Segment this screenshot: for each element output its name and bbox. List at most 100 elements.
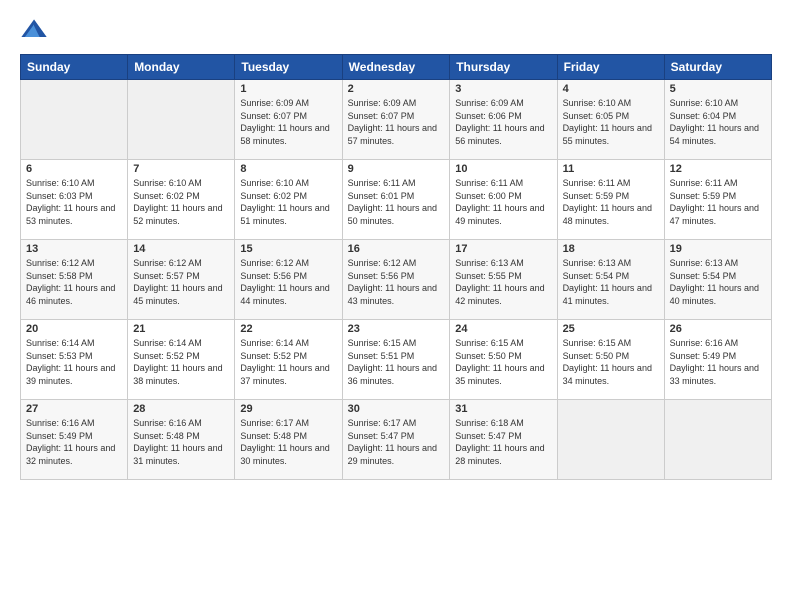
calendar-cell [664, 400, 771, 480]
cell-info: Sunrise: 6:17 AMSunset: 5:48 PMDaylight:… [240, 417, 336, 467]
cell-info: Sunrise: 6:13 AMSunset: 5:54 PMDaylight:… [563, 257, 659, 307]
logo [20, 16, 52, 44]
calendar-cell: 9 Sunrise: 6:11 AMSunset: 6:01 PMDaylight… [342, 160, 450, 240]
cell-info: Sunrise: 6:10 AMSunset: 6:04 PMDaylight:… [670, 97, 766, 147]
calendar-cell: 8 Sunrise: 6:10 AMSunset: 6:02 PMDaylight… [235, 160, 342, 240]
cell-info: Sunrise: 6:14 AMSunset: 5:52 PMDaylight:… [240, 337, 336, 387]
calendar-cell: 12 Sunrise: 6:11 AMSunset: 5:59 PMDayligh… [664, 160, 771, 240]
day-number: 8 [240, 163, 336, 175]
calendar-cell: 3 Sunrise: 6:09 AMSunset: 6:06 PMDaylight… [450, 80, 557, 160]
calendar-week-row: 20 Sunrise: 6:14 AMSunset: 5:53 PMDayligh… [21, 320, 772, 400]
cell-info: Sunrise: 6:10 AMSunset: 6:02 PMDaylight:… [240, 177, 336, 227]
day-number: 3 [455, 83, 551, 95]
day-number: 29 [240, 403, 336, 415]
day-number: 20 [26, 323, 122, 335]
calendar-cell: 30 Sunrise: 6:17 AMSunset: 5:47 PMDayligh… [342, 400, 450, 480]
day-number: 12 [670, 163, 766, 175]
calendar-cell: 4Sunrise: 6:10 AMSunset: 6:05 PMDaylight… [557, 80, 664, 160]
day-number: 9 [348, 163, 445, 175]
day-number: 28 [133, 403, 229, 415]
calendar-cell: 13 Sunrise: 6:12 AMSunset: 5:58 PMDayligh… [21, 240, 128, 320]
calendar-cell: 6Sunrise: 6:10 AMSunset: 6:03 PMDaylight… [21, 160, 128, 240]
cell-info: Sunrise: 6:16 AMSunset: 5:49 PMDaylight:… [670, 337, 766, 387]
cell-info: Sunrise: 6:14 AMSunset: 5:52 PMDaylight:… [133, 337, 229, 387]
day-number: 22 [240, 323, 336, 335]
cell-info: Sunrise: 6:12 AMSunset: 5:58 PMDaylight:… [26, 257, 122, 307]
calendar-table: SundayMondayTuesdayWednesdayThursdayFrid… [20, 54, 772, 480]
day-number: 21 [133, 323, 229, 335]
calendar-cell: 10 Sunrise: 6:11 AMSunset: 6:00 PMDayligh… [450, 160, 557, 240]
day-number: 25 [563, 323, 659, 335]
calendar-cell: 24 Sunrise: 6:15 AMSunset: 5:50 PMDayligh… [450, 320, 557, 400]
calendar-cell: 29 Sunrise: 6:17 AMSunset: 5:48 PMDayligh… [235, 400, 342, 480]
calendar-cell: 17Sunrise: 6:13 AMSunset: 5:55 PMDayligh… [450, 240, 557, 320]
cell-info: Sunrise: 6:11 AMSunset: 6:01 PMDaylight:… [348, 177, 445, 227]
calendar-cell: 16Sunrise: 6:12 AMSunset: 5:56 PMDayligh… [342, 240, 450, 320]
calendar-day-header: Saturday [664, 55, 771, 80]
calendar-header-row: SundayMondayTuesdayWednesdayThursdayFrid… [21, 55, 772, 80]
cell-info: Sunrise: 6:15 AMSunset: 5:50 PMDaylight:… [563, 337, 659, 387]
cell-info: Sunrise: 6:09 AMSunset: 6:06 PMDaylight:… [455, 97, 551, 147]
calendar-cell: 7 Sunrise: 6:10 AMSunset: 6:02 PMDaylight… [128, 160, 235, 240]
calendar-cell: 1 Sunrise: 6:09 AMSunset: 6:07 PMDaylight… [235, 80, 342, 160]
cell-info: Sunrise: 6:09 AMSunset: 6:07 PMDaylight:… [240, 97, 336, 147]
day-number: 4 [563, 83, 659, 95]
day-number: 2 [348, 83, 445, 95]
calendar-cell: 22 Sunrise: 6:14 AMSunset: 5:52 PMDayligh… [235, 320, 342, 400]
cell-info: Sunrise: 6:13 AMSunset: 5:54 PMDaylight:… [670, 257, 766, 307]
calendar-week-row: 27 Sunrise: 6:16 AMSunset: 5:49 PMDayligh… [21, 400, 772, 480]
cell-info: Sunrise: 6:14 AMSunset: 5:53 PMDaylight:… [26, 337, 122, 387]
day-number: 18 [563, 243, 659, 255]
header [20, 16, 772, 44]
calendar-cell: 27 Sunrise: 6:16 AMSunset: 5:49 PMDayligh… [21, 400, 128, 480]
day-number: 15 [240, 243, 336, 255]
cell-info: Sunrise: 6:15 AMSunset: 5:50 PMDaylight:… [455, 337, 551, 387]
cell-info: Sunrise: 6:10 AMSunset: 6:02 PMDaylight:… [133, 177, 229, 227]
calendar-cell: 5 Sunrise: 6:10 AMSunset: 6:04 PMDaylight… [664, 80, 771, 160]
cell-info: Sunrise: 6:11 AMSunset: 5:59 PMDaylight:… [670, 177, 766, 227]
cell-info: Sunrise: 6:16 AMSunset: 5:49 PMDaylight:… [26, 417, 122, 467]
logo-icon [20, 16, 48, 44]
calendar-cell: 20 Sunrise: 6:14 AMSunset: 5:53 PMDayligh… [21, 320, 128, 400]
day-number: 30 [348, 403, 445, 415]
day-number: 27 [26, 403, 122, 415]
calendar-cell: 11 Sunrise: 6:11 AMSunset: 5:59 PMDayligh… [557, 160, 664, 240]
calendar-cell [128, 80, 235, 160]
calendar-cell [557, 400, 664, 480]
cell-info: Sunrise: 6:11 AMSunset: 5:59 PMDaylight:… [563, 177, 659, 227]
calendar-cell: 26Sunrise: 6:16 AMSunset: 5:49 PMDayligh… [664, 320, 771, 400]
cell-info: Sunrise: 6:18 AMSunset: 5:47 PMDaylight:… [455, 417, 551, 467]
page: SundayMondayTuesdayWednesdayThursdayFrid… [0, 0, 792, 612]
day-number: 14 [133, 243, 229, 255]
calendar-cell: 28 Sunrise: 6:16 AMSunset: 5:48 PMDayligh… [128, 400, 235, 480]
day-number: 7 [133, 163, 229, 175]
day-number: 24 [455, 323, 551, 335]
day-number: 19 [670, 243, 766, 255]
calendar-week-row: 13 Sunrise: 6:12 AMSunset: 5:58 PMDayligh… [21, 240, 772, 320]
day-number: 11 [563, 163, 659, 175]
cell-info: Sunrise: 6:16 AMSunset: 5:48 PMDaylight:… [133, 417, 229, 467]
cell-info: Sunrise: 6:11 AMSunset: 6:00 PMDaylight:… [455, 177, 551, 227]
day-number: 10 [455, 163, 551, 175]
calendar-day-header: Monday [128, 55, 235, 80]
calendar-cell: 19 Sunrise: 6:13 AMSunset: 5:54 PMDayligh… [664, 240, 771, 320]
calendar-cell: 31Sunrise: 6:18 AMSunset: 5:47 PMDayligh… [450, 400, 557, 480]
cell-info: Sunrise: 6:17 AMSunset: 5:47 PMDaylight:… [348, 417, 445, 467]
calendar-day-header: Sunday [21, 55, 128, 80]
calendar-week-row: 6Sunrise: 6:10 AMSunset: 6:03 PMDaylight… [21, 160, 772, 240]
calendar-cell: 18 Sunrise: 6:13 AMSunset: 5:54 PMDayligh… [557, 240, 664, 320]
calendar-cell [21, 80, 128, 160]
cell-info: Sunrise: 6:13 AMSunset: 5:55 PMDaylight:… [455, 257, 551, 307]
day-number: 13 [26, 243, 122, 255]
cell-info: Sunrise: 6:15 AMSunset: 5:51 PMDaylight:… [348, 337, 445, 387]
calendar-cell: 23 Sunrise: 6:15 AMSunset: 5:51 PMDayligh… [342, 320, 450, 400]
calendar-day-header: Tuesday [235, 55, 342, 80]
cell-info: Sunrise: 6:12 AMSunset: 5:57 PMDaylight:… [133, 257, 229, 307]
day-number: 5 [670, 83, 766, 95]
cell-info: Sunrise: 6:09 AMSunset: 6:07 PMDaylight:… [348, 97, 445, 147]
day-number: 23 [348, 323, 445, 335]
cell-info: Sunrise: 6:12 AMSunset: 5:56 PMDaylight:… [240, 257, 336, 307]
calendar-day-header: Wednesday [342, 55, 450, 80]
calendar-cell: 25 Sunrise: 6:15 AMSunset: 5:50 PMDayligh… [557, 320, 664, 400]
day-number: 1 [240, 83, 336, 95]
